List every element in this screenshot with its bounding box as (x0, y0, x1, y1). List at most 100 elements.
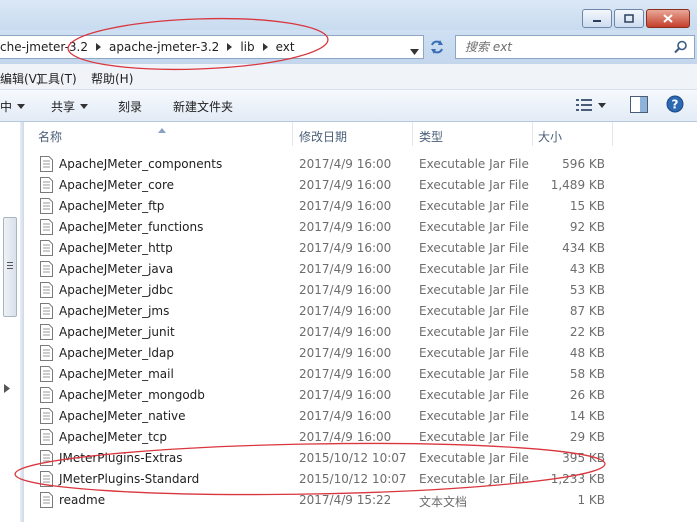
file-row[interactable]: JMeterPlugins-Extras 2015/10/12 10:07 Exec… (24, 448, 697, 469)
file-size: 14 KB (569, 409, 605, 423)
file-row[interactable]: ApacheJMeter_jms 2017/4/9 16:00 Executable… (24, 301, 697, 322)
file-type: Executable Jar File (419, 241, 529, 255)
toolbar-organize-label: 中 (0, 100, 13, 114)
file-date: 2015/10/12 10:07 (299, 472, 407, 486)
file-size: 43 KB (569, 262, 605, 276)
toolbar: 中 共享 刻录 新建文件夹 ? (0, 90, 697, 122)
file-row[interactable]: ApacheJMeter_mail 2017/4/9 16:00 Executabl… (24, 364, 697, 385)
title-bar (0, 0, 697, 30)
search-input[interactable] (465, 40, 665, 54)
breadcrumb-parent[interactable]: che-jmeter-3.2 (0, 40, 88, 54)
chevron-down-icon (17, 104, 26, 109)
file-type: Executable Jar File (419, 346, 529, 360)
file-size: 434 KB (562, 241, 605, 255)
file-size: 1 KB (577, 493, 605, 507)
file-name: ApacheJMeter_ldap (59, 346, 174, 360)
scroll-grip-icon (7, 262, 13, 270)
toolbar-share-button[interactable]: 共享 (51, 98, 89, 115)
file-name: readme (59, 493, 106, 507)
toolbar-organize-button[interactable]: 中 (0, 98, 26, 115)
breadcrumb-apache-jmeter[interactable]: apache-jmeter-3.2 (109, 40, 219, 54)
menu-help[interactable]: 帮助(H) (91, 70, 133, 87)
file-size: 1,233 KB (550, 472, 605, 486)
minimize-button[interactable] (582, 9, 612, 28)
file-row[interactable]: ApacheJMeter_functions 2017/4/9 16:00 Exec… (24, 217, 697, 238)
refresh-button[interactable] (427, 37, 447, 57)
file-type: Executable Jar File (419, 178, 529, 192)
close-button[interactable] (646, 9, 690, 28)
file-row[interactable]: ApacheJMeter_http 2017/4/9 16:00 Executabl… (24, 238, 697, 259)
file-name: ApacheJMeter_ftp (59, 199, 165, 213)
file-date: 2017/4/9 16:00 (299, 304, 392, 318)
toolbar-burn-button[interactable]: 刻录 (118, 98, 142, 115)
file-row[interactable]: readme 2017/4/9 15:22 文本文档 1 KB (24, 490, 697, 511)
jar-file-icon (40, 282, 53, 301)
file-name: JMeterPlugins-Standard (59, 472, 200, 486)
file-name: ApacheJMeter_jms (59, 304, 170, 318)
file-size: 15 KB (569, 199, 605, 213)
file-row[interactable]: ApacheJMeter_jdbc 2017/4/9 16:00 Executabl… (24, 280, 697, 301)
address-bar[interactable]: che-jmeter-3.2 apache-jmeter-3.2 lib ext (0, 35, 424, 59)
file-row[interactable]: ApacheJMeter_ftp 2017/4/9 16:00 Executable… (24, 196, 697, 217)
preview-pane-button[interactable] (630, 96, 648, 116)
jar-file-icon (40, 408, 53, 427)
file-date: 2017/4/9 16:00 (299, 325, 392, 339)
column-header-type[interactable]: 类型 (419, 128, 443, 145)
column-header-size[interactable]: 大小 (538, 128, 562, 145)
breadcrumb-chevron-icon[interactable] (227, 43, 233, 51)
file-name: ApacheJMeter_components (59, 157, 223, 171)
close-icon (663, 14, 673, 23)
file-row[interactable]: JMeterPlugins-Standard 2015/10/12 10:07 Ex… (24, 469, 697, 490)
jar-file-icon (40, 303, 53, 322)
refresh-icon (431, 40, 443, 54)
file-row[interactable]: ApacheJMeter_core 2017/4/9 16:00 Executabl… (24, 175, 697, 196)
breadcrumb-ext[interactable]: ext (276, 40, 295, 54)
file-row[interactable]: ApacheJMeter_java 2017/4/9 16:00 Executabl… (24, 259, 697, 280)
column-divider[interactable] (412, 122, 413, 146)
file-type: Executable Jar File (419, 430, 529, 444)
file-size: 596 KB (562, 157, 605, 171)
help-button[interactable]: ? (666, 95, 684, 116)
breadcrumb-chevron-icon[interactable] (262, 43, 268, 51)
file-row[interactable]: ApacheJMeter_mongodb 2017/4/9 16:00 Execut… (24, 385, 697, 406)
file-row[interactable]: ApacheJMeter_tcp 2017/4/9 16:00 Executable… (24, 427, 697, 448)
search-box[interactable] (455, 35, 695, 59)
column-divider[interactable] (612, 122, 613, 146)
breadcrumb-chevron-icon[interactable] (96, 43, 101, 51)
file-date: 2017/4/9 16:00 (299, 241, 392, 255)
file-type: Executable Jar File (419, 304, 529, 318)
file-name: ApacheJMeter_tcp (59, 430, 167, 444)
file-size: 395 KB (562, 451, 605, 465)
preview-pane-icon (630, 96, 648, 113)
column-header-date[interactable]: 修改日期 (299, 128, 347, 145)
file-row[interactable]: ApacheJMeter_native 2017/4/9 16:00 Executa… (24, 406, 697, 427)
file-date: 2015/10/12 10:07 (299, 451, 407, 465)
navigation-pane[interactable] (0, 122, 20, 522)
chevron-down-icon (598, 102, 606, 108)
address-dropdown-icon[interactable] (410, 44, 419, 58)
file-date: 2017/4/9 16:00 (299, 367, 392, 381)
file-type: Executable Jar File (419, 367, 529, 381)
file-row[interactable]: ApacheJMeter_ldap 2017/4/9 16:00 Executabl… (24, 343, 697, 364)
nav-expand-arrow-icon[interactable] (4, 384, 10, 396)
file-name: ApacheJMeter_native (59, 409, 186, 423)
menu-tools[interactable]: 工具(T) (36, 70, 77, 87)
file-name: ApacheJMeter_java (59, 262, 174, 276)
maximize-button[interactable] (614, 9, 644, 28)
file-type: Executable Jar File (419, 325, 529, 339)
column-header-name[interactable]: 名称 (38, 128, 62, 145)
file-size: 29 KB (569, 430, 605, 444)
column-divider[interactable] (532, 122, 533, 146)
file-size: 92 KB (569, 220, 605, 234)
file-size: 48 KB (569, 346, 605, 360)
toolbar-new-folder-button[interactable]: 新建文件夹 (173, 98, 233, 115)
file-row[interactable]: ApacheJMeter_components 2017/4/9 16:00 Exe… (24, 154, 697, 175)
column-divider[interactable] (292, 122, 293, 146)
breadcrumb-lib[interactable]: lib (240, 40, 254, 54)
nav-pane-scrollbar-thumb[interactable] (3, 217, 17, 317)
view-options-button[interactable] (576, 98, 606, 112)
jar-file-icon (40, 261, 53, 280)
file-size: 1,489 KB (550, 178, 605, 192)
search-icon[interactable] (674, 40, 688, 57)
file-row[interactable]: ApacheJMeter_junit 2017/4/9 16:00 Executab… (24, 322, 697, 343)
